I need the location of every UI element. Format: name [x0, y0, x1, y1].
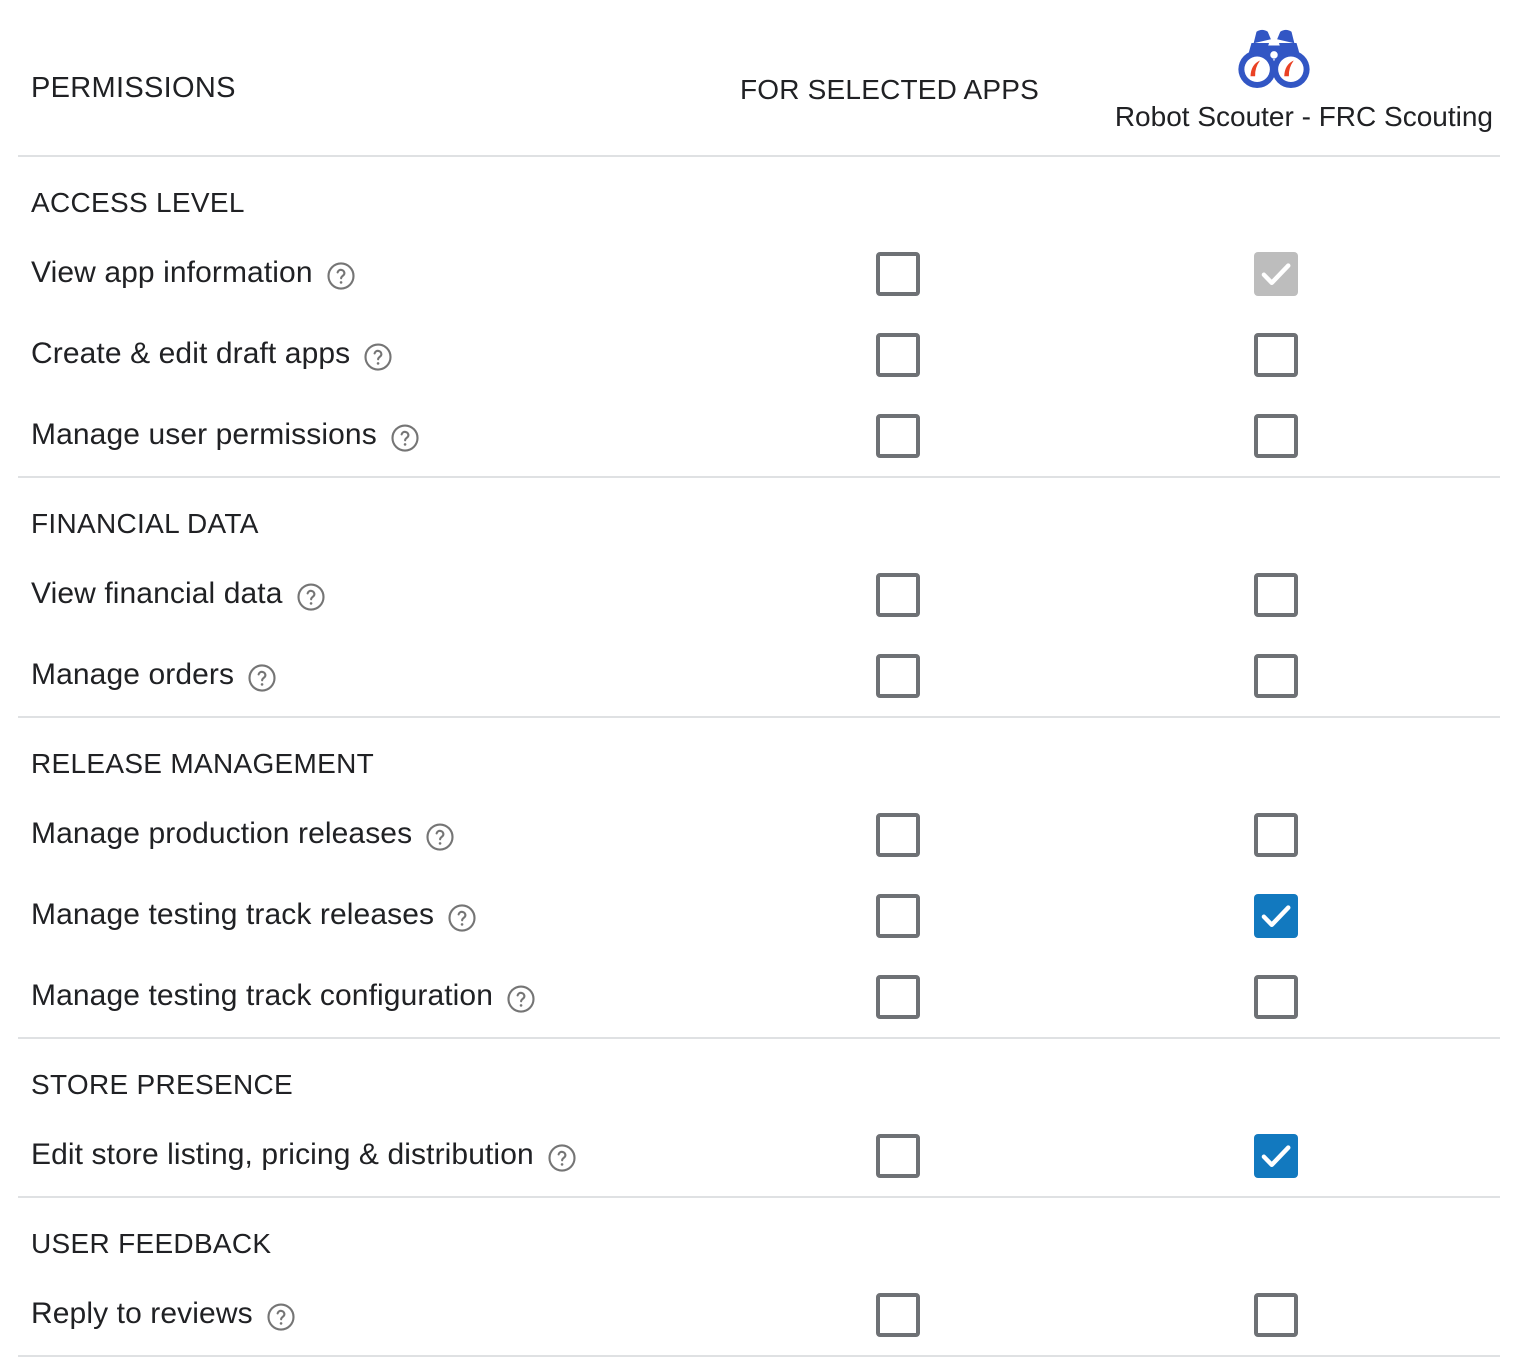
section-divider: [18, 155, 1500, 157]
checkbox-selected-manage-testing-track-configuration[interactable]: [876, 975, 920, 1019]
permission-label: Create & edit draft apps: [31, 337, 351, 370]
permission-row: Reply to reviews: [0, 1274, 1519, 1354]
checkbox-selected-edit-store-listing-pricing-distribution[interactable]: [876, 1134, 920, 1178]
section-divider: [18, 1037, 1500, 1039]
permission-label: Manage testing track configuration: [31, 979, 493, 1012]
checkbox-selected-manage-user-permissions[interactable]: [876, 414, 920, 458]
binoculars-icon: [1234, 18, 1314, 98]
permission-label: Manage production releases: [31, 817, 413, 850]
permission-label-group: View financial data: [31, 554, 326, 634]
checkbox-app-manage-user-permissions[interactable]: [1254, 414, 1298, 458]
checkbox-app-view-financial-data[interactable]: [1254, 573, 1298, 617]
section-title-release-management: RELEASE MANAGEMENT: [31, 748, 375, 779]
section-title-store-presence: STORE PRESENCE: [31, 1069, 293, 1100]
permission-label-group: Manage testing track configuration: [31, 956, 536, 1036]
checkbox-selected-create-edit-draft-apps[interactable]: [876, 333, 920, 377]
help-circle-icon[interactable]: [363, 342, 393, 372]
column-header-for-selected-apps: FOR SELECTED APPS: [740, 74, 1040, 105]
checkbox-app-view-app-information: [1254, 252, 1298, 296]
permission-label-group: View app information: [31, 233, 356, 313]
permissions-table: PERMISSIONS FOR SELECTED APPS Robot Scou…: [0, 0, 1519, 1357]
permission-label-group: Create & edit draft apps: [31, 314, 393, 394]
section-title-financial-data: FINANCIAL DATA: [31, 508, 259, 539]
checkbox-app-manage-testing-track-releases[interactable]: [1254, 894, 1298, 938]
checkbox-selected-manage-production-releases[interactable]: [876, 813, 920, 857]
permission-label: View financial data: [31, 577, 283, 610]
help-circle-icon[interactable]: [390, 423, 420, 453]
permission-label: Reply to reviews: [31, 1297, 253, 1330]
checkbox-app-manage-orders[interactable]: [1254, 654, 1298, 698]
permission-label-group: Manage user permissions: [31, 395, 420, 475]
help-circle-icon[interactable]: [266, 1302, 296, 1332]
help-circle-icon[interactable]: [425, 822, 455, 852]
permission-label-group: Reply to reviews: [31, 1274, 296, 1354]
permission-label-group: Manage orders: [31, 635, 277, 715]
checkbox-app-create-edit-draft-apps[interactable]: [1254, 333, 1298, 377]
permission-row: Manage testing track configuration: [0, 956, 1519, 1036]
section-divider: [18, 716, 1500, 718]
table-header: PERMISSIONS FOR SELECTED APPS Robot Scou…: [0, 0, 1519, 155]
checkbox-selected-view-app-information[interactable]: [876, 252, 920, 296]
checkbox-app-manage-testing-track-configuration[interactable]: [1254, 975, 1298, 1019]
permission-label-group: Edit store listing, pricing & distributi…: [31, 1115, 577, 1195]
permission-row: Manage orders: [0, 635, 1519, 715]
help-circle-icon[interactable]: [447, 903, 477, 933]
section-divider: [18, 476, 1500, 478]
checkbox-selected-reply-to-reviews[interactable]: [876, 1293, 920, 1337]
permission-row: Edit store listing, pricing & distributi…: [0, 1115, 1519, 1195]
permission-row: Create & edit draft apps: [0, 314, 1519, 394]
section-title-access-level: ACCESS LEVEL: [31, 187, 245, 218]
permission-label-group: Manage testing track releases: [31, 875, 477, 955]
checkbox-app-manage-production-releases[interactable]: [1254, 813, 1298, 857]
permission-label: Manage orders: [31, 658, 235, 691]
permission-label: View app information: [31, 256, 313, 289]
checkbox-selected-manage-testing-track-releases[interactable]: [876, 894, 920, 938]
help-circle-icon[interactable]: [506, 984, 536, 1014]
permission-row: View financial data: [0, 554, 1519, 634]
app-name-label: Robot Scouter - FRC Scouting: [1114, 101, 1493, 132]
help-circle-icon[interactable]: [296, 582, 326, 612]
permission-row: Manage user permissions: [0, 395, 1519, 475]
permission-row: Manage testing track releases: [0, 875, 1519, 955]
checkbox-app-reply-to-reviews[interactable]: [1254, 1293, 1298, 1337]
section-divider: [18, 1196, 1500, 1198]
permission-label-group: Manage production releases: [31, 794, 455, 874]
help-circle-icon[interactable]: [247, 663, 277, 693]
help-circle-icon[interactable]: [326, 261, 356, 291]
permission-row: Manage production releases: [0, 794, 1519, 874]
checkbox-app-edit-store-listing-pricing-distribution[interactable]: [1254, 1134, 1298, 1178]
permission-label: Manage testing track releases: [31, 898, 435, 931]
section-title-user-feedback: USER FEEDBACK: [31, 1228, 272, 1259]
help-circle-icon[interactable]: [547, 1143, 577, 1173]
column-header-permissions: PERMISSIONS: [31, 72, 236, 104]
permission-row: View app information: [0, 233, 1519, 313]
column-header-app: Robot Scouter - FRC Scouting: [1055, 18, 1495, 134]
permission-label: Edit store listing, pricing & distributi…: [31, 1138, 534, 1171]
permission-label: Manage user permissions: [31, 418, 377, 451]
checkbox-selected-view-financial-data[interactable]: [876, 573, 920, 617]
checkbox-selected-manage-orders[interactable]: [876, 654, 920, 698]
